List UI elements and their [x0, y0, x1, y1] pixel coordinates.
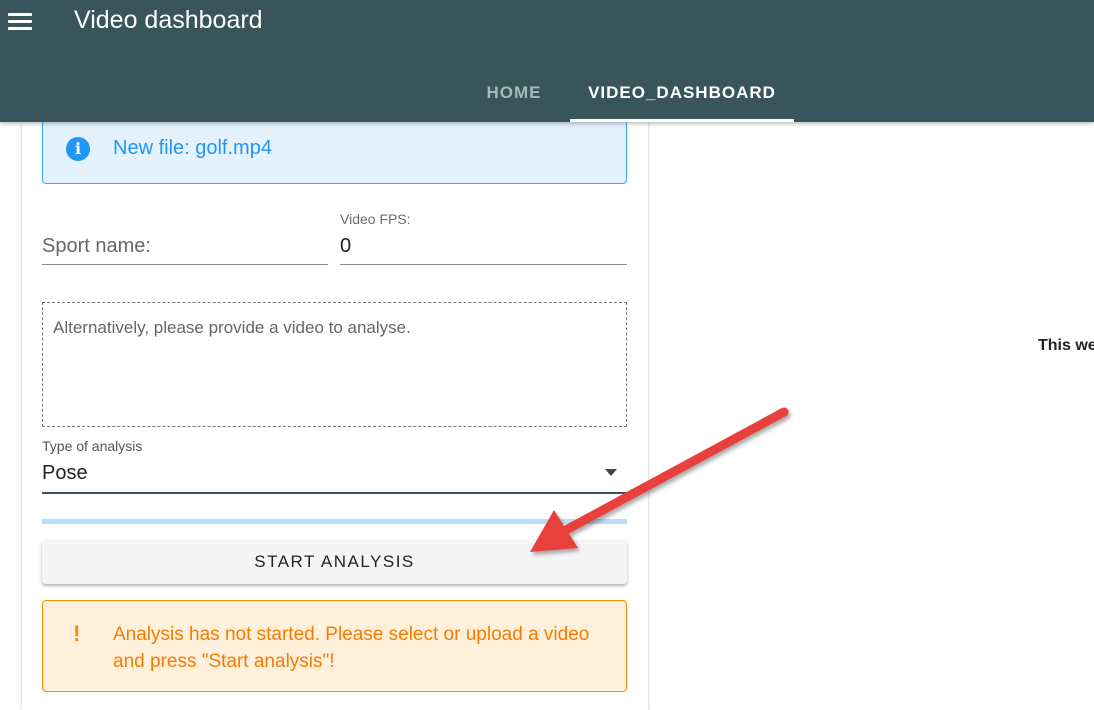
app-title: Video dashboard	[74, 6, 263, 34]
video-fps-input[interactable]	[340, 228, 627, 265]
sport-name-input[interactable]	[42, 228, 328, 265]
warning-alert: ! Analysis has not started. Please selec…	[42, 600, 627, 692]
start-analysis-button[interactable]: START ANALYSIS	[42, 540, 627, 584]
tab-video-dashboard-label: VIDEO_DASHBOARD	[588, 83, 776, 102]
active-tab-indicator	[570, 119, 794, 122]
tab-bar: HOME VIDEO_DASHBOARD	[0, 63, 1094, 122]
chevron-down-icon	[605, 469, 617, 476]
video-dropzone[interactable]: Alternatively, please provide a video to…	[42, 302, 627, 427]
side-panel-text: This we	[1038, 337, 1094, 354]
dropzone-text: Alternatively, please provide a video to…	[53, 318, 411, 337]
hamburger-menu-icon[interactable]	[6, 10, 34, 34]
tab-video-dashboard[interactable]: VIDEO_DASHBOARD	[570, 63, 794, 122]
progress-bar	[42, 519, 627, 524]
app-bar: Video dashboard HOME VIDEO_DASHBOARD	[0, 0, 1094, 122]
info-icon: i	[66, 137, 90, 161]
analysis-type-select[interactable]: Pose	[42, 458, 627, 494]
warning-alert-text: Analysis has not started. Please select …	[113, 624, 590, 672]
analysis-type-value: Pose	[42, 462, 88, 484]
exclamation-icon: !	[73, 621, 81, 646]
tab-home[interactable]: HOME	[466, 63, 562, 122]
video-fps-label: Video FPS:	[340, 211, 411, 227]
info-alert-text: New file: golf.mp4	[113, 137, 272, 159]
info-alert: i New file: golf.mp4	[42, 115, 627, 184]
analysis-type-label: Type of analysis	[42, 438, 143, 454]
